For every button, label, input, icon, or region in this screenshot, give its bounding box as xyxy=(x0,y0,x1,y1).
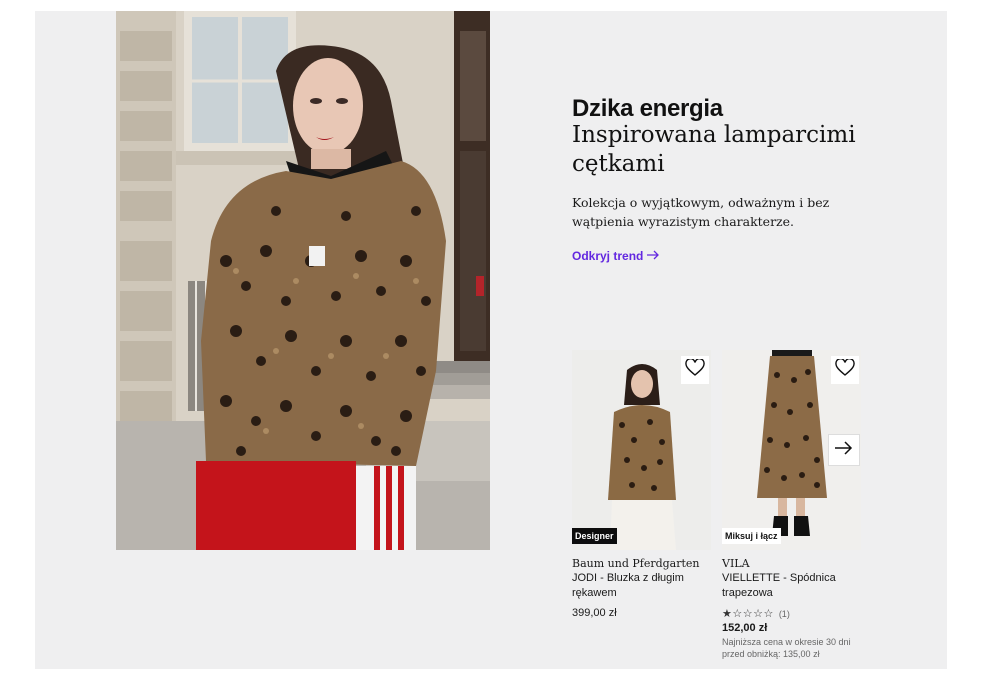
favorite-button[interactable] xyxy=(681,356,709,384)
product-name: VIELLETTE - Spódnica trapezowa xyxy=(722,572,836,599)
rating-count: (1) xyxy=(778,608,790,619)
arrow-right-icon xyxy=(647,249,660,263)
product-rating: ★☆☆☆☆ (1) xyxy=(722,607,861,620)
product-card[interactable]: Designer Baum und Pferdgarten JODI - Blu… xyxy=(572,350,711,619)
carousel-next-button[interactable] xyxy=(828,434,860,466)
discover-trend-link[interactable]: Odkryj trend xyxy=(572,249,660,263)
promo-description: Kolekcja o wyjątkowym, odważnym i bez wą… xyxy=(572,195,830,229)
product-name: JODI - Bluzka z długim rękawem xyxy=(572,572,684,599)
promo-subheading: Inspirowana lamparcimi cętkami xyxy=(572,122,856,177)
product-price: 152,00 zł xyxy=(722,622,768,634)
product-badge: Miksuj i łącz xyxy=(722,528,781,544)
arrow-right-icon xyxy=(835,440,853,460)
product-brand: VILA xyxy=(722,557,750,570)
rating-stars: ★☆☆☆☆ xyxy=(722,608,774,620)
product-card[interactable]: Miksuj i łącz VILA VIELLETTE - Spódnica … xyxy=(722,350,861,660)
product-brand: Baum und Pferdgarten xyxy=(572,557,700,570)
product-badge: Designer xyxy=(572,528,617,544)
price-note: Najniższa cena w okresie 30 dni przed ob… xyxy=(722,637,851,659)
promo-section: Dzika energia Inspirowana lamparcimi cęt… xyxy=(35,11,947,669)
promo-heading: Dzika energia xyxy=(572,95,723,122)
heart-outline-icon xyxy=(835,357,855,382)
hero-image xyxy=(116,11,490,550)
product-price: 399,00 zł xyxy=(572,607,617,619)
product-image[interactable]: Designer xyxy=(572,350,711,550)
cta-label: Odkryj trend xyxy=(572,249,644,263)
favorite-button[interactable] xyxy=(831,356,859,384)
heart-outline-icon xyxy=(685,357,705,382)
